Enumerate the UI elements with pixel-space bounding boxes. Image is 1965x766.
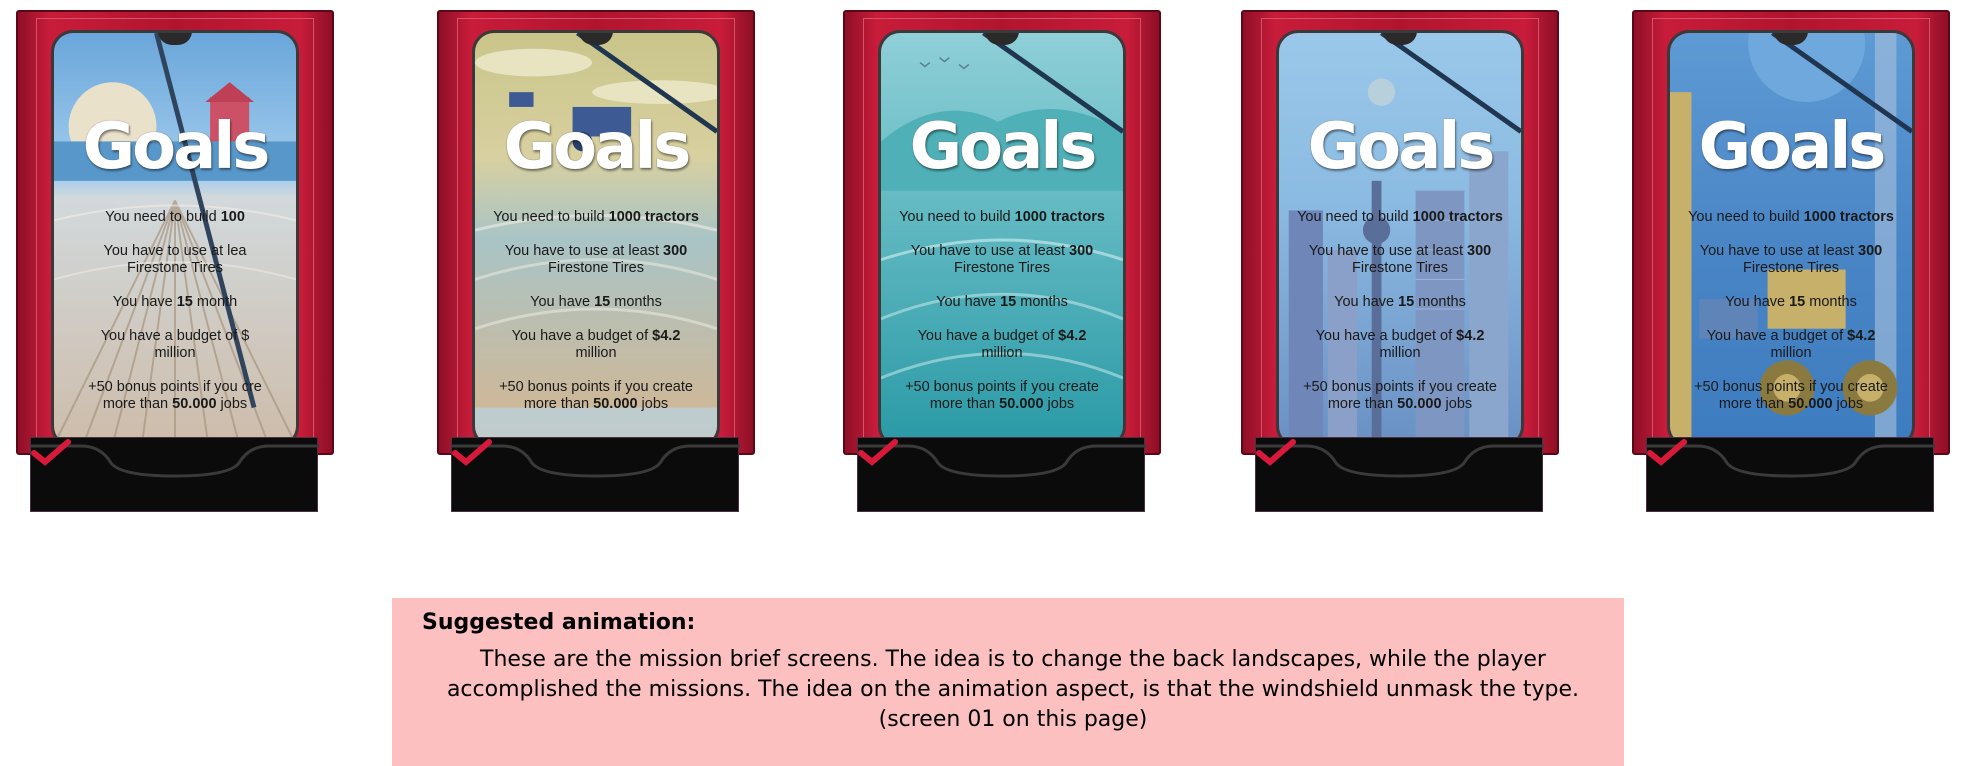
dashboard-tray: [451, 437, 740, 512]
dashboard-tray: [1255, 437, 1544, 512]
goals-title: Goals: [82, 110, 271, 184]
dashboard-tray: [30, 437, 319, 512]
mission-brief: You need to build 1000 tractors You have…: [1297, 209, 1503, 412]
goals-title: Goals: [1307, 110, 1496, 184]
goals-title: Goals: [1698, 110, 1887, 184]
windshield-screen: Goals You need to build 100 You have to …: [51, 30, 299, 448]
dashboard-tray: [857, 437, 1146, 512]
mission-card-1: Goals You need to build 100 You have to …: [16, 10, 334, 512]
windshield-screen: Goals You need to build 1000 tractors Yo…: [472, 30, 720, 448]
dashboard-tray: [1646, 437, 1935, 512]
mission-card-3: Goals You need to build 1000 tractors Yo…: [843, 10, 1161, 512]
mission-card-5: Goals You need to build 1000 tractors Yo…: [1632, 10, 1950, 512]
animation-note: Suggested animation: These are the missi…: [392, 598, 1624, 766]
mission-brief: You need to build 1000 tractors You have…: [1688, 209, 1894, 412]
goals-title: Goals: [503, 110, 692, 184]
confirm-checkmark-icon[interactable]: [1256, 438, 1296, 466]
note-text: These are the mission brief screens. The…: [446, 647, 1580, 732]
goals-title: Goals: [909, 110, 1098, 184]
mission-card-4: Goals You need to build 1000 tractors Yo…: [1241, 10, 1559, 512]
mission-brief: You need to build 100 You have to use at…: [88, 209, 262, 412]
windshield-screen: Goals You need to build 1000 tractors Yo…: [1667, 30, 1915, 448]
confirm-checkmark-icon[interactable]: [858, 438, 898, 466]
note-heading: Suggested animation:: [422, 610, 696, 635]
windshield-screen: Goals You need to build 1000 tractors Yo…: [1276, 30, 1524, 448]
confirm-checkmark-icon[interactable]: [31, 438, 71, 466]
mission-card-2: Goals You need to build 1000 tractors Yo…: [437, 10, 755, 512]
windshield-screen: Goals You need to build 1000 tractors Yo…: [878, 30, 1126, 448]
mission-brief: You need to build 1000 tractors You have…: [493, 209, 699, 412]
mission-brief: You need to build 1000 tractors You have…: [899, 209, 1105, 412]
confirm-checkmark-icon[interactable]: [452, 438, 492, 466]
confirm-checkmark-icon[interactable]: [1647, 438, 1687, 466]
